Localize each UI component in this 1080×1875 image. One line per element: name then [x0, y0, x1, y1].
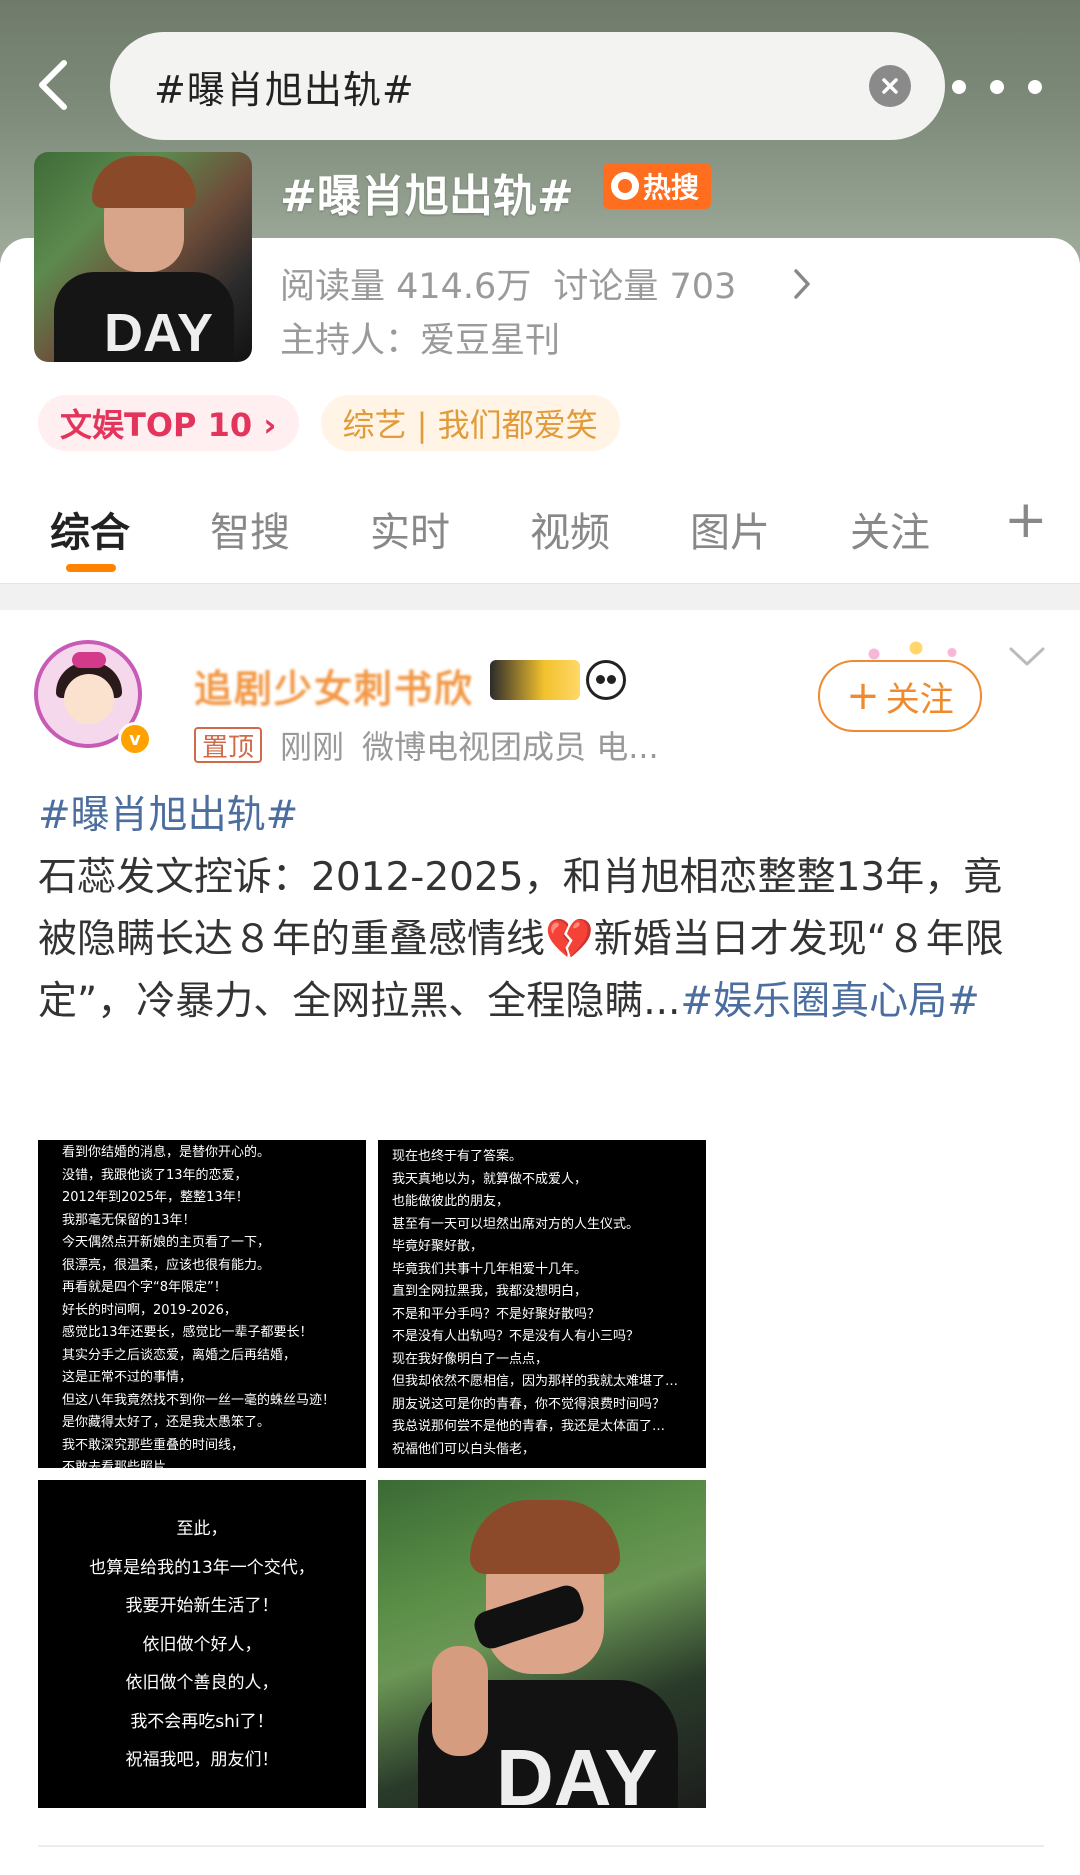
image-1-text: 看到你结婚的消息，是替你开心的。 没错，我跟他谈了13年的恋爱， 2012年到202… [62, 1142, 362, 1468]
image-2-line: 也能做彼此的朋友， [392, 1194, 510, 1209]
image-2-line: 现在我好像明白了一点点， [392, 1351, 549, 1367]
image-2-line: 祝福他们可以白头偕老， [392, 1441, 536, 1457]
back-arrow-icon [39, 60, 67, 110]
more-icon [952, 80, 966, 94]
tab-comprehensive[interactable]: 综合 [50, 500, 130, 558]
image-1-line: 但这八年我竟然找不到你一丝一毫的蛛丝马迹！ [62, 1392, 336, 1408]
tab-following[interactable]: 关注 [850, 500, 930, 558]
plus-icon: + [846, 673, 880, 719]
image-2-text: 现在也终于有了答案。我天真地以为，就算做不成爱人， 也能做彼此的朋友， 甚至有一天可… [392, 1146, 692, 1461]
image-1-line: 感觉比13年还要长，感觉比一辈子都要长！ [62, 1325, 313, 1340]
post-hashtag-top[interactable]: #曝肖旭出轨# [38, 793, 298, 838]
image-3-line: 依旧做个好人， [142, 1634, 262, 1655]
image-3-line: 祝福我吧，朋友们！ [125, 1750, 279, 1770]
image-3-line: 我不会再吃shi了！ [130, 1711, 274, 1732]
user-badges [490, 660, 626, 700]
pinned-badge: 置顶 [194, 727, 263, 763]
post-card: v 追剧少女刺书欣 置顶 刚刚 微博电视团成员 电... + 关注 #曝肖旭出轨… [0, 610, 1080, 1875]
discussion-count: 讨论量 703 [553, 267, 737, 307]
tag-variety-show[interactable]: 综艺 | 我们都爱笑 [320, 395, 620, 451]
image-1-line: 其实分手之后谈恋爱，离婚之后再结婚， [62, 1347, 297, 1363]
image-1-line: 我那毫无保留的13年！ [62, 1212, 196, 1228]
topic-stats[interactable]: 阅读量 414.6万 讨论量 703 [280, 258, 812, 309]
read-count: 阅读量 414.6万 [280, 267, 532, 307]
tab-smart-search[interactable]: 智搜 [210, 500, 290, 558]
active-tab-indicator [66, 564, 116, 572]
add-tab-button[interactable]: + [1004, 490, 1048, 550]
image-2-line: 现在也终于有了答案。 [392, 1149, 523, 1164]
image-1-line: 好长的时间啊，2019-2026， [62, 1302, 237, 1318]
topic-host: 主持人：爱豆星刊 [280, 321, 561, 361]
post-username[interactable]: 追剧少女刺书欣 [194, 658, 474, 713]
image-3-text: 至此， 也算是给我的13年一个交代， 我要开始新生活了！ 依旧做个好人， 依旧做个善良的… [38, 1510, 366, 1780]
tab-images[interactable]: 图片 [690, 500, 770, 558]
follow-button[interactable]: + 关注 [818, 660, 982, 732]
chevron-down-icon[interactable] [1008, 646, 1046, 668]
tab-realtime[interactable]: 实时 [370, 500, 450, 558]
image-2-line: 直到全网拉黑我，我都没想明白， [392, 1284, 588, 1299]
topic-tags: 文娱TOP 10 › 综艺 | 我们都爱笑 [38, 395, 620, 451]
post-image-3[interactable]: 至此， 也算是给我的13年一个交代， 我要开始新生活了！ 依旧做个好人， 依旧做个善良的… [38, 1480, 366, 1808]
image-2-line: 毕竟好聚好散， [392, 1239, 484, 1254]
image-2-line: 我天真地以为，就算做不成爱人， [392, 1171, 588, 1187]
topic-title: #曝肖旭出轨# [280, 171, 574, 222]
thumbnail-shirt-text: DAY [104, 303, 214, 362]
vip-crown-icon [490, 660, 580, 700]
image-2-line: 我总说那何尝不是他的青春，我还是太体面了… [392, 1419, 666, 1434]
section-divider [0, 583, 1080, 610]
verified-icon: v [118, 722, 152, 756]
post-time: 刚刚 [280, 728, 345, 766]
hot-icon [611, 172, 639, 200]
clear-search-button[interactable] [869, 65, 911, 107]
hot-search-badge[interactable]: 热搜 [603, 163, 712, 209]
search-input[interactable]: #曝肖旭出轨# [110, 32, 945, 140]
image-1-line: 不敢去看那些照片， [62, 1460, 180, 1468]
image-1-line: 这是正常不过的事情， [62, 1370, 193, 1385]
post-bottom-divider [38, 1845, 1044, 1847]
image-2-line: 但我却依然不愿相信，因为那样的我就太难堪了… [392, 1374, 679, 1389]
image-1-line: 没错，我跟他谈了13年的恋爱， [62, 1167, 248, 1183]
image-1-line: 2012年到2025年，整整13年！ [62, 1190, 249, 1205]
image-2-line: 朋友说这可是你的青春，你不觉得浪费时间吗？ [392, 1396, 666, 1412]
image-2-line: 不是和平分手吗？不是好聚好散吗？ [392, 1306, 601, 1322]
image-1-line: 再看就是四个字“8年限定”！ [62, 1280, 227, 1295]
image-2-line: 毕竟我们共事十几年相爱十几年。 [392, 1261, 588, 1277]
post-source: 微博电视团成员 电... [362, 728, 659, 766]
image-1-line: 今天偶然点开新娘的主页看了一下， [62, 1235, 271, 1250]
image-2-line: 甚至有一天可以坦然出席对方的人生仪式。 [392, 1216, 640, 1232]
broken-heart-icon: 💔 [545, 917, 594, 962]
image-3-line: 我要开始新生活了！ [125, 1596, 279, 1616]
post-image-1[interactable]: 看到你结婚的消息，是替你开心的。 没错，我跟他谈了13年的恋爱， 2012年到202… [38, 1140, 366, 1468]
post-meta: 置顶 刚刚 微博电视团成员 电... [194, 722, 659, 768]
post-body: #曝肖旭出轨# 石蕊发文控诉：2012-2025，和肖旭相恋整整13年，竟被隐瞒… [38, 785, 1038, 1033]
more-options-button[interactable] [952, 72, 1042, 102]
panda-icon [586, 660, 626, 700]
chevron-right-icon [794, 268, 811, 299]
image-3-line: 至此， [176, 1519, 228, 1539]
tag-entertainment-top10[interactable]: 文娱TOP 10 › [38, 395, 299, 451]
topic-thumbnail[interactable]: DAY [34, 152, 252, 362]
image-1-line: 很漂亮，很温柔，应该也很有能力。 [62, 1257, 271, 1273]
image-3-line: 依旧做个善良的人， [125, 1673, 279, 1693]
post-image-4[interactable]: DAY [378, 1480, 706, 1808]
image-1-line: 看到你结婚的消息，是替你开心的。 [62, 1145, 271, 1160]
clear-icon [882, 78, 898, 94]
search-query: #曝肖旭出轨# [154, 67, 415, 112]
image-4-shirt-text: DAY [496, 1733, 658, 1808]
post-hashtag-end[interactable]: #娱乐圈真心局# [680, 979, 979, 1024]
tab-video[interactable]: 视频 [530, 500, 610, 558]
image-2-line: 不是没有人出轨吗？不是没有人有小三吗？ [392, 1329, 640, 1344]
image-1-line: 是你藏得太好了，还是我太愚笨了。 [62, 1415, 271, 1430]
back-button[interactable] [22, 50, 82, 120]
image-3-line: 也算是给我的13年一个交代， [89, 1557, 315, 1578]
post-image-2[interactable]: 现在也终于有了答案。我天真地以为，就算做不成爱人， 也能做彼此的朋友， 甚至有一天可… [378, 1140, 706, 1468]
image-1-line: 我不敢深究那些重叠的时间线， [62, 1437, 245, 1453]
